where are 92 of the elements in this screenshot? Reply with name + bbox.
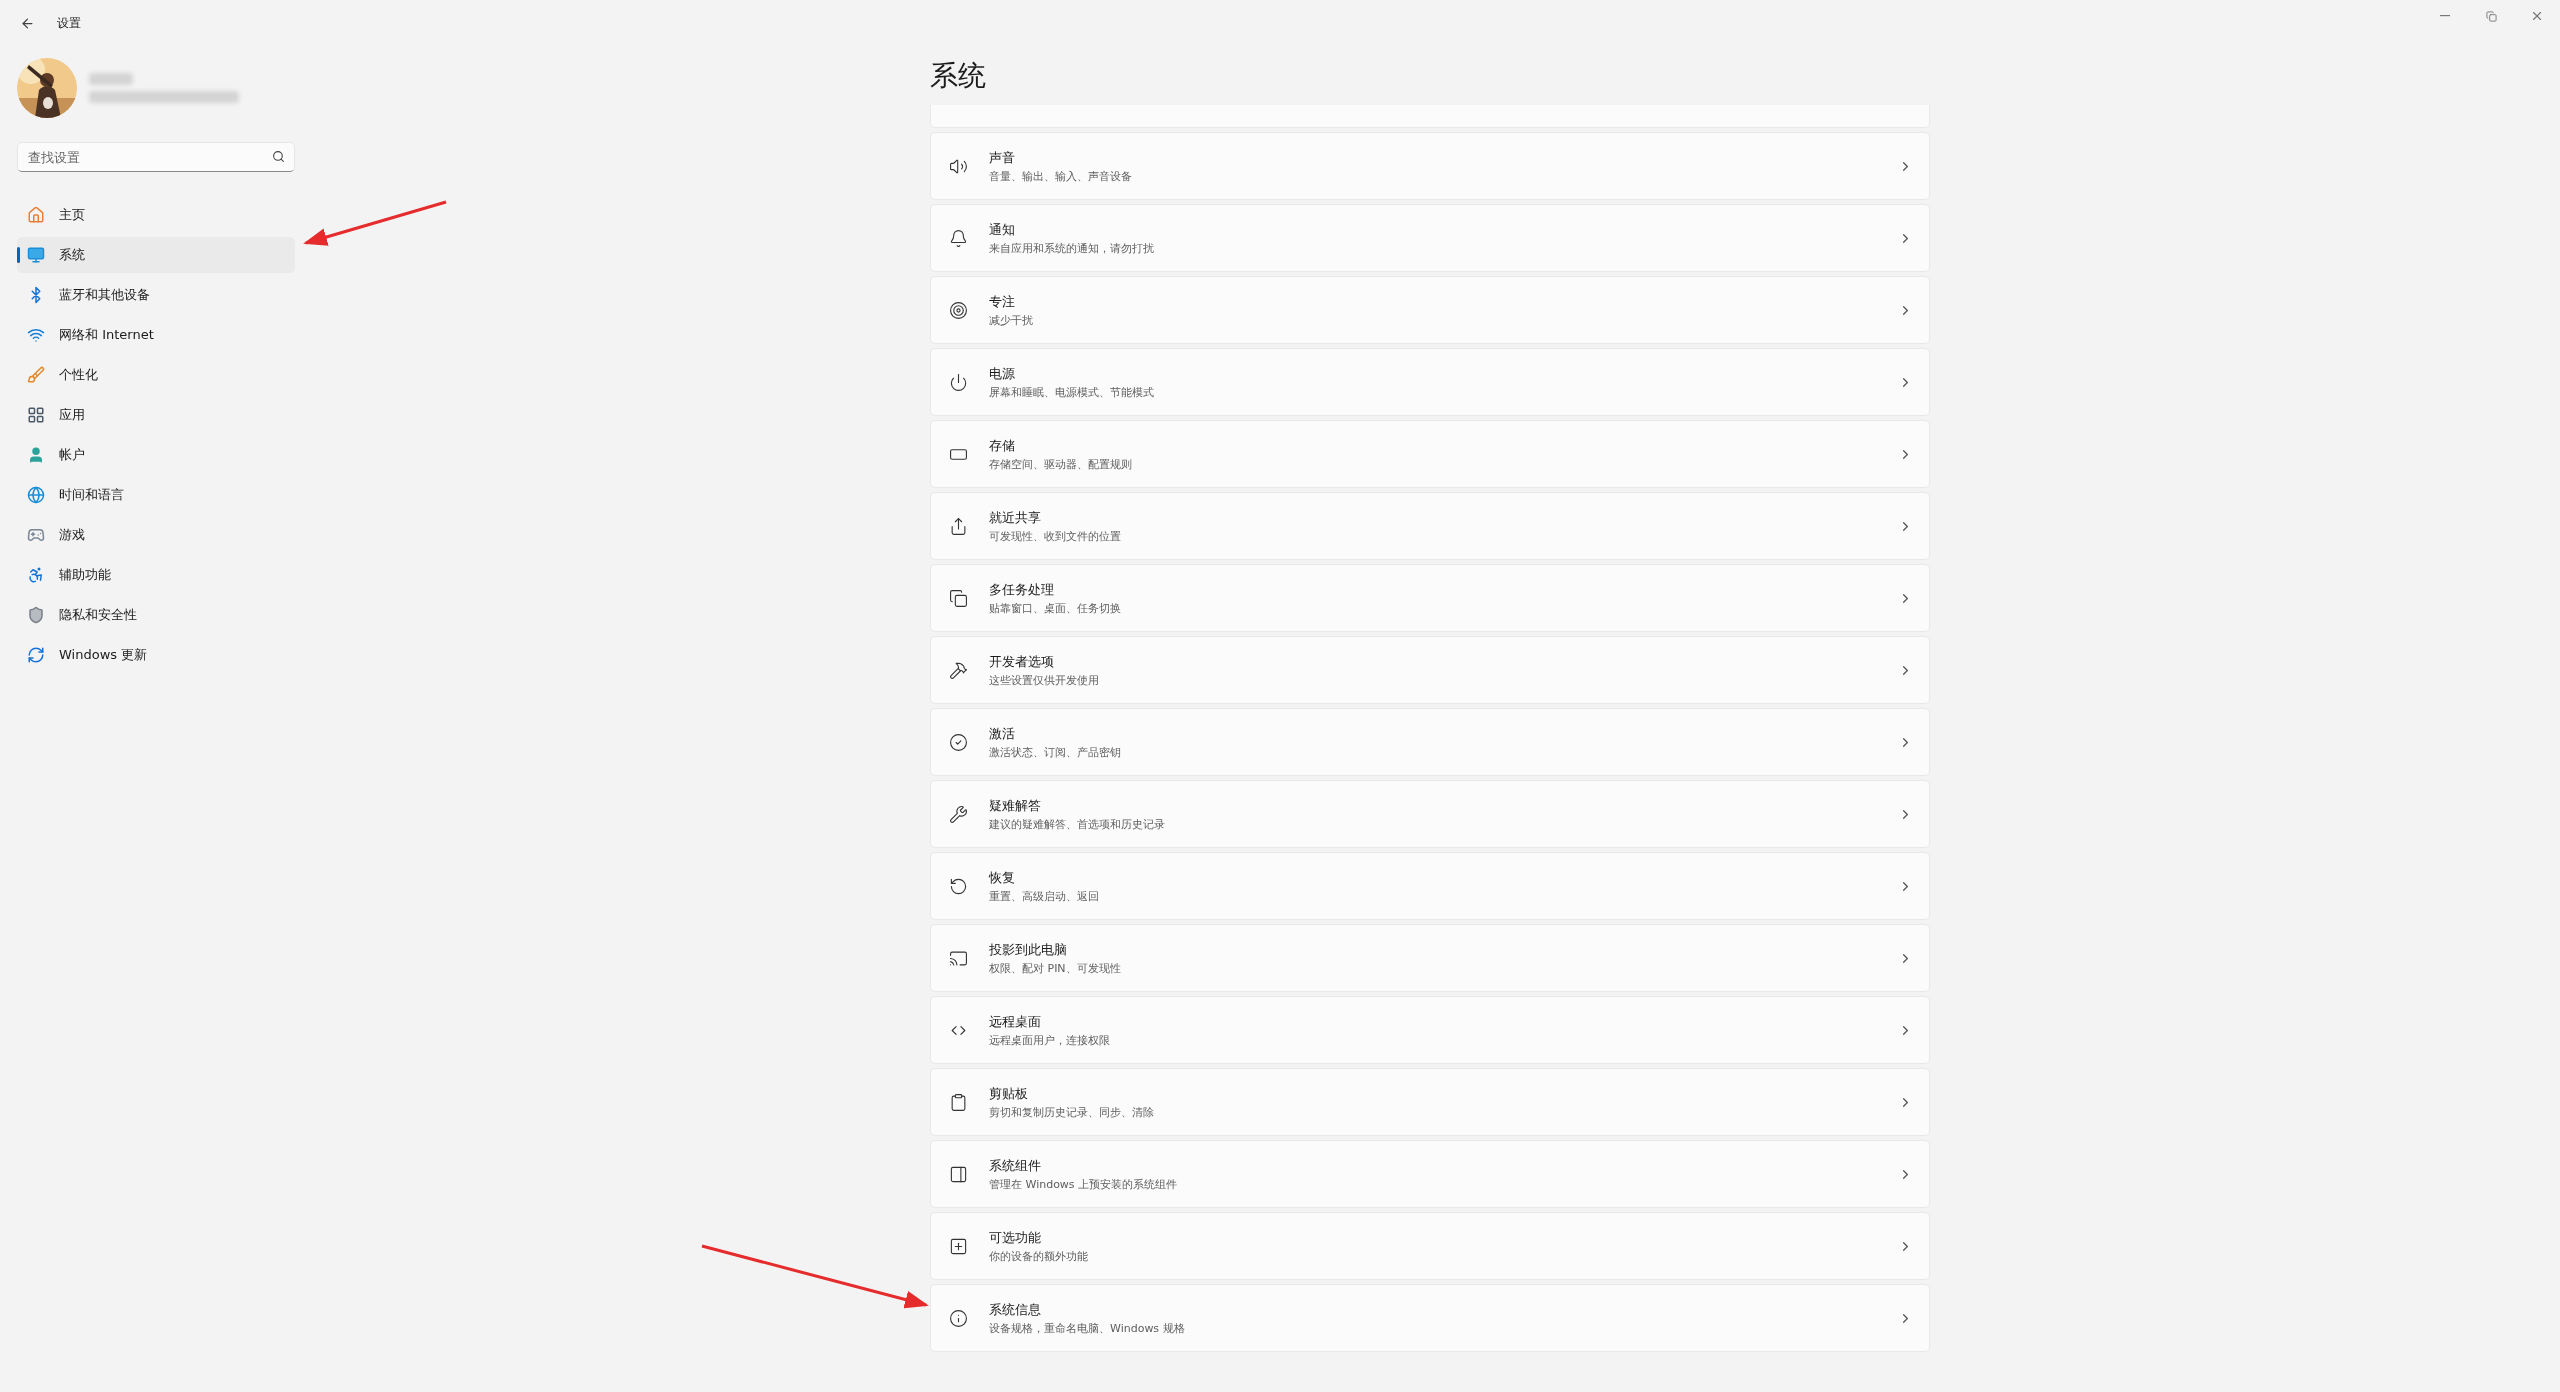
person-icon [27,446,45,464]
nav-item[interactable]: 网络和 Internet [17,317,295,353]
globe-icon [27,486,45,504]
setting-description: 权限、配对 PIN、可发现性 [989,960,1122,976]
setting-title: 通知 [989,220,1016,239]
setting-title: 专注 [989,292,1016,311]
setting-card[interactable]: 恢复 重置、高级启动、返回 [930,852,1930,920]
setting-card[interactable]: 剪贴板 剪切和复制历史记录、同步、清除 [930,1068,1930,1136]
setting-card[interactable]: 存储 存储空间、驱动器、配置规则 [930,420,1930,488]
setting-description: 剪切和复制历史记录、同步、清除 [989,1104,1155,1120]
nav-item[interactable]: 辅助功能 [17,557,295,593]
shield-icon [27,606,45,624]
setting-description: 屏幕和睡眠、电源模式、节能模式 [989,384,1155,400]
nav-item[interactable]: 个性化 [17,357,295,393]
setting-description: 你的设备的额外功能 [989,1248,1089,1264]
setting-title: 激活 [989,724,1016,743]
nav-item[interactable]: 系统 [17,237,295,273]
setting-description: 重置、高级启动、返回 [989,888,1100,904]
setting-description: 贴靠窗口、桌面、任务切换 [989,600,1122,616]
nav-item[interactable]: 主页 [17,197,295,233]
target-icon [949,300,969,320]
setting-title: 开发者选项 [989,652,1055,671]
setting-title: 恢复 [989,868,1016,887]
wifi-icon [27,326,45,344]
setting-description: 这些设置仅供开发使用 [989,672,1100,688]
setting-card[interactable]: 通知 来自应用和系统的通知，请勿打扰 [930,204,1930,272]
accessibility-icon [27,566,45,584]
grid-icon [27,406,45,424]
check-circle-icon [949,732,969,752]
nav-item[interactable]: 应用 [17,397,295,433]
setting-card[interactable]: 多任务处理 贴靠窗口、桌面、任务切换 [930,564,1930,632]
brush-icon [27,366,45,384]
setting-card[interactable]: 可选功能 你的设备的额外功能 [930,1212,1930,1280]
hammer-icon [949,660,969,680]
setting-description: 存储空间、驱动器、配置规则 [989,456,1133,472]
power-icon [949,372,969,392]
setting-title: 疑难解答 [989,796,1042,815]
setting-title: 声音 [989,148,1016,167]
setting-card[interactable]: 疑难解答 建议的疑难解答、首选项和历史记录 [930,780,1930,848]
window-title: 设置 [57,14,81,32]
setting-card[interactable]: 系统组件 管理在 Windows 上预安装的系统组件 [930,1140,1930,1208]
setting-card[interactable]: 就近共享 可发现性、收到文件的位置 [930,492,1930,560]
setting-title: 就近共享 [989,508,1042,527]
setting-card[interactable]: 开发者选项 这些设置仅供开发使用 [930,636,1930,704]
search-field[interactable]: 查找设置 [17,142,295,172]
monitor-icon [27,246,45,264]
nav-item[interactable]: 游戏 [17,517,295,553]
nav-item[interactable]: 蓝牙和其他设备 [17,277,295,313]
setting-card[interactable]: 电源 屏幕和睡眠、电源模式、节能模式 [930,348,1930,416]
setting-description: 管理在 Windows 上预安装的系统组件 [989,1176,1179,1192]
setting-card[interactable]: 系统信息 设备规格，重命名电脑、Windows 规格 [930,1284,1930,1352]
setting-description: 可发现性、收到文件的位置 [989,528,1122,544]
setting-title: 投影到此电脑 [989,940,1068,959]
setting-card[interactable]: 声音 音量、输出、输入、声音设备 [930,132,1930,200]
setting-description: 音量、输出、输入、声音设备 [989,168,1133,184]
bell-icon [949,228,969,248]
nav-item[interactable]: 隐私和安全性 [17,597,295,633]
refresh-icon [27,646,45,664]
nav-item[interactable]: 时间和语言 [17,477,295,513]
setting-card[interactable]: 远程桌面 远程桌面用户，连接权限 [930,996,1930,1064]
home-icon [27,206,45,224]
setting-title: 可选功能 [989,1228,1042,1247]
info-icon [949,1308,969,1328]
setting-description: 来自应用和系统的通知，请勿打扰 [989,240,1155,256]
panel-icon [949,1164,969,1184]
minimize-icon [2440,15,2450,17]
setting-description: 建议的疑难解答、首选项和历史记录 [989,816,1166,832]
page-title: 系统 [930,57,987,94]
setting-title: 系统信息 [989,1300,1042,1319]
add-square-icon [949,1236,969,1256]
windows-icon [949,588,969,608]
setting-title: 多任务处理 [989,580,1055,599]
setting-card[interactable]: 投影到此电脑 权限、配对 PIN、可发现性 [930,924,1930,992]
setting-title: 存储 [989,436,1016,455]
setting-description: 远程桌面用户，连接权限 [989,1032,1111,1048]
nav-item[interactable]: Windows 更新 [17,637,295,673]
gamepad-icon [27,526,45,544]
wrench-icon [949,804,969,824]
setting-description: 减少干扰 [989,312,1034,328]
setting-card[interactable]: 专注 减少干扰 [930,276,1930,344]
search-icon [272,150,285,163]
setting-title: 电源 [989,364,1016,383]
close-icon [2530,9,2544,23]
setting-description: 激活状态、订阅、产品密钥 [989,744,1122,760]
restore-icon [2485,10,2497,22]
nav-item[interactable]: 帐户 [17,437,295,473]
setting-title: 剪贴板 [989,1084,1029,1103]
setting-description: 设备规格，重命名电脑、Windows 规格 [989,1320,1186,1336]
setting-title: 系统组件 [989,1156,1042,1175]
restore-icon [949,876,969,896]
setting-title: 远程桌面 [989,1012,1042,1031]
setting-card[interactable]: 激活 激活状态、订阅、产品密钥 [930,708,1930,776]
